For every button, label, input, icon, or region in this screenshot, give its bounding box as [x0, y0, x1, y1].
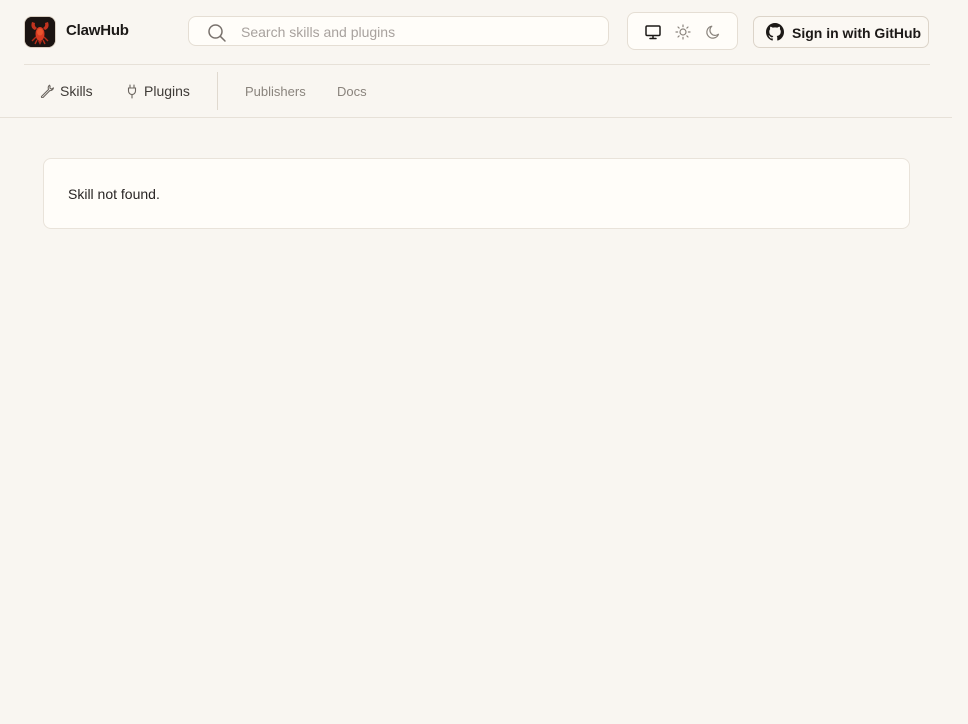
nav-item-publishers[interactable]: Publishers	[245, 84, 306, 99]
nav-label-plugins: Plugins	[144, 83, 190, 99]
sign-in-github-button[interactable]: Sign in with GitHub	[753, 16, 929, 48]
search-icon	[207, 23, 227, 48]
nav-item-docs[interactable]: Docs	[337, 84, 367, 99]
not-found-message: Skill not found.	[68, 186, 160, 202]
system-monitor-icon[interactable]	[644, 23, 662, 41]
message-card: Skill not found.	[43, 158, 910, 229]
sign-in-label: Sign in with GitHub	[792, 25, 922, 41]
wrench-icon	[40, 84, 55, 103]
page: ClawHub Search skills and plugins Sign i…	[0, 0, 968, 724]
plug-icon	[126, 84, 138, 104]
top-header: ClawHub Search skills and plugins Sign i…	[24, 0, 930, 65]
theme-toggle	[627, 12, 738, 50]
nav-divider	[217, 72, 218, 110]
sun-icon[interactable]	[674, 23, 692, 41]
main-nav: Skills Plugins Publishers Docs	[0, 65, 952, 118]
moon-icon[interactable]	[704, 23, 722, 41]
lobster-logo-icon[interactable]	[25, 17, 55, 47]
brand-name[interactable]: ClawHub	[66, 22, 129, 39]
nav-label-skills: Skills	[60, 83, 93, 99]
search-input[interactable]	[239, 21, 593, 43]
search-box[interactable]	[188, 16, 609, 46]
github-icon	[766, 23, 784, 46]
